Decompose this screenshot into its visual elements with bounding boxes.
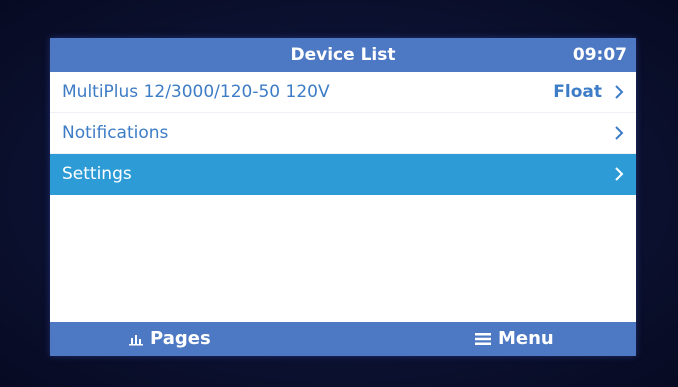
gx-display-screen: Device List 09:07 MultiPlus 12/3000/120-… <box>50 38 636 356</box>
menu-button[interactable]: Menu <box>474 322 554 356</box>
chevron-right-icon <box>615 167 624 181</box>
chevron-right-icon <box>615 126 624 140</box>
title-bar: Device List 09:07 <box>50 38 636 72</box>
clock: 09:07 <box>572 45 627 65</box>
hamburger-menu-icon <box>475 333 491 345</box>
pages-label: Pages <box>150 328 211 349</box>
bottom-bar: Pages Menu <box>50 322 636 356</box>
list-item-label: Settings <box>62 164 132 184</box>
list-item-label: Notifications <box>62 123 169 143</box>
list-item-notifications[interactable]: Notifications <box>50 113 636 154</box>
list-item-label: MultiPlus 12/3000/120-50 120V <box>62 82 330 102</box>
bar-chart-icon <box>129 335 143 346</box>
device-list: MultiPlus 12/3000/120-50 120V Float Noti… <box>50 72 636 195</box>
pages-button[interactable]: Pages <box>128 322 211 356</box>
state-value: Float <box>553 82 602 102</box>
chevron-right-icon <box>615 85 624 99</box>
list-item-settings[interactable]: Settings <box>50 154 636 195</box>
list-item-multiplus[interactable]: MultiPlus 12/3000/120-50 120V Float <box>50 72 636 113</box>
menu-label: Menu <box>498 328 554 349</box>
page-title: Device List <box>290 45 396 65</box>
